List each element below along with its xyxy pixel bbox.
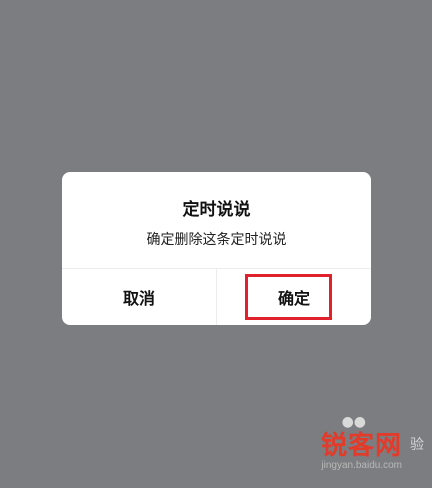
dialog-body: 定时说说 确定删除这条定时说说	[62, 172, 371, 268]
paw-icon: ●●	[341, 414, 366, 430]
watermark: ●● 验 锐客网 jingyan.baidu.com	[320, 414, 424, 472]
cancel-button[interactable]: 取消	[62, 269, 216, 325]
watermark-ghost-text: 验	[410, 437, 424, 453]
dialog-message: 确定删除这条定时说说	[146, 232, 287, 248]
confirm-dialog: 定时说说 确定删除这条定时说说 取消 确定	[62, 172, 371, 325]
watermark-logo-text: 锐客网	[320, 431, 402, 461]
watermark-url: jingyan.baidu.com	[321, 460, 402, 471]
screen-overlay: 定时说说 确定删除这条定时说说 取消 确定 ●● 验 锐客网 jingyan.b…	[0, 0, 432, 488]
dialog-actions: 取消 确定	[62, 269, 371, 325]
confirm-button[interactable]: 确定	[217, 269, 371, 325]
dialog-title: 定时说说	[182, 200, 251, 220]
